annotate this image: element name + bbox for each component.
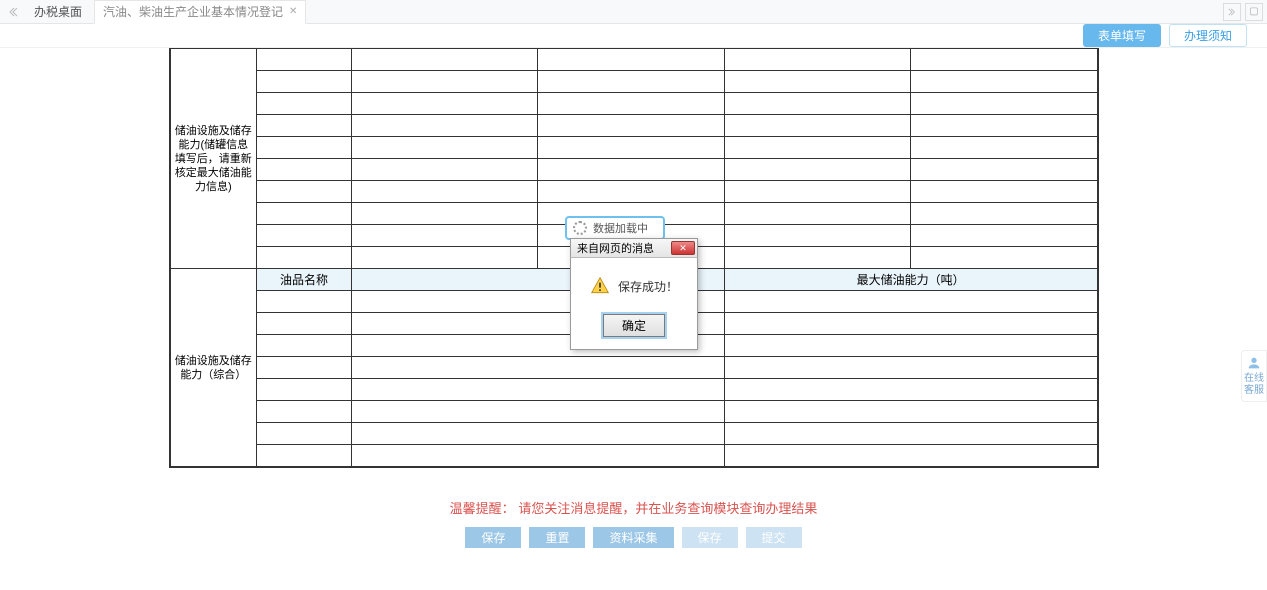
tabs-menu-icon[interactable]: ▢ (1245, 3, 1263, 21)
warning-icon (590, 276, 610, 296)
online-help-label: 在线客服 (1244, 373, 1264, 397)
tab-home[interactable]: 办税桌面 (24, 0, 92, 24)
form-fill-tab[interactable]: 表单填写 (1083, 24, 1161, 47)
footer-tip-label: 温馨提醒： (450, 501, 515, 516)
subheader: 表单填写 办理须知 (0, 24, 1267, 48)
col-max: 最大储油能力（吨） (724, 269, 1097, 291)
save-button[interactable]: 保存 (465, 527, 521, 548)
section1-header: 储油设施及储存能力(储罐信息填写后，请重新核定最大储油能力信息) (170, 49, 257, 269)
top-tab-bar: 办税桌面 汽油、柴油生产企业基本情况登记 ✕ ▢ (0, 0, 1267, 24)
support-icon (1246, 355, 1262, 371)
message-dialog: 来自网页的消息 ✕ 保存成功！ 确定 (570, 238, 698, 350)
footer-buttons: 保存 重置 资料采集 保存 提交 (10, 527, 1257, 548)
col-name: 油品名称 (257, 269, 352, 291)
content-area: 储油设施及储存能力(储罐信息填写后，请重新核定最大储油能力信息) 储油设施及储存… (0, 48, 1267, 558)
spinner-icon (573, 221, 587, 235)
footer-tip: 温馨提醒： 请您关注消息提醒，并在业务查询模块查询办理结果 (10, 498, 1257, 517)
dialog-close-button[interactable]: ✕ (671, 241, 695, 255)
footer-btn-4[interactable]: 保存 (682, 527, 738, 548)
tabs-scroll-right[interactable] (1223, 3, 1241, 21)
s1-r1c1[interactable] (257, 49, 352, 71)
notice-tab[interactable]: 办理须知 (1169, 24, 1247, 47)
reset-button[interactable]: 重置 (529, 527, 585, 548)
tab-close-icon[interactable]: ✕ (289, 0, 297, 24)
tab-active[interactable]: 汽油、柴油生产企业基本情况登记 ✕ (94, 0, 306, 24)
tab-active-label: 汽油、柴油生产企业基本情况登记 (103, 0, 283, 24)
dialog-title: 来自网页的消息 (577, 240, 654, 256)
preview-button[interactable]: 资料采集 (593, 527, 673, 548)
loading-text: 数据加载中 (593, 220, 648, 236)
dialog-ok-button[interactable]: 确定 (603, 314, 665, 337)
loading-indicator: 数据加载中 (565, 216, 665, 240)
footer-btn-5[interactable]: 提交 (746, 527, 802, 548)
footer-tip-text: 请您关注消息提醒，并在业务查询模块查询办理结果 (518, 501, 817, 516)
section2-header: 储油设施及储存能力（综合） (170, 269, 257, 467)
tabs-scroll-left[interactable] (4, 3, 22, 21)
dialog-titlebar[interactable]: 来自网页的消息 ✕ (570, 238, 698, 258)
online-help-tab[interactable]: 在线客服 (1241, 350, 1267, 402)
dialog-message: 保存成功！ (618, 278, 678, 295)
